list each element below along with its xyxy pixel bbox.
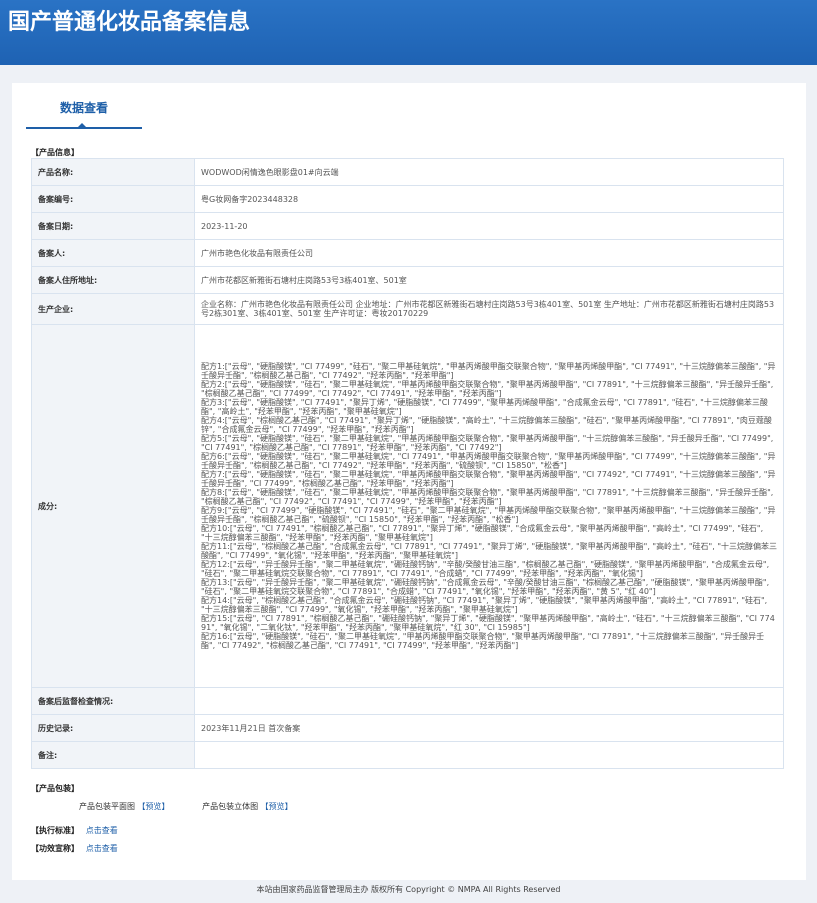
exec-standard-view-link[interactable]: 点击查看 <box>86 826 118 835</box>
table-row: 成分: 配方1:["云母", "硬脂酸镁", "CI 77499", "硅石",… <box>31 324 784 688</box>
product-info-table: 产品名称: WODWOD闲情逸色眼影盘01#向云端 备案编号: 粤G妆网备字20… <box>31 158 784 769</box>
table-row: 备案后监督检查情况: <box>31 687 784 715</box>
efficacy-view-link[interactable]: 点击查看 <box>86 844 118 853</box>
ingredients-label: 成分: <box>31 324 195 688</box>
record-date-label: 备案日期: <box>31 212 195 240</box>
tab-caret-icon <box>78 123 86 127</box>
package-stereo-label: 产品包装立体图 <box>202 802 259 811</box>
table-row: 生产企业: 企业名称：广州市艳色化妆品有限责任公司 企业地址：广州市花都区新雅街… <box>31 293 784 325</box>
table-row: 备案日期: 2023-11-20 <box>31 212 784 240</box>
product-name-label: 产品名称: <box>31 158 195 186</box>
table-row: 历史记录: 2023年11月21日 首次备案 <box>31 714 784 742</box>
exec-standard-label: 【执行标准】 <box>31 826 79 835</box>
section-product-package: 【产品包装】 <box>31 784 79 793</box>
manufacturer-label: 生产企业: <box>31 293 195 325</box>
record-no-value: 粤G妆网备字2023448328 <box>194 185 784 213</box>
efficacy-label: 【功效宣称】 <box>31 844 79 853</box>
section-exec-standard: 【执行标准】 点击查看 <box>31 825 118 836</box>
tab-underline <box>26 127 142 129</box>
page-title: 国产普通化妆品备案信息 <box>8 10 251 35</box>
manufacturer-value: 企业名称：广州市艳色化妆品有限责任公司 企业地址：广州市花都区新雅街石塘村庄岗路… <box>194 293 784 325</box>
page-header: 国产普通化妆品备案信息 <box>0 0 817 65</box>
registrant-address-label: 备案人住所地址: <box>31 266 195 294</box>
post-inspection-label: 备案后监督检查情况: <box>31 687 195 715</box>
table-row: 备案人: 广州市艳色化妆品有限责任公司 <box>31 239 784 267</box>
table-row: 备案人住所地址: 广州市花都区新雅街石塘村庄岗路53号3栋401室、501室 <box>31 266 784 294</box>
page-footer: 本站由国家药品监督管理局主办 版权所有 Copyright © NMPA All… <box>256 885 561 894</box>
content-card: 数据查看 【产品信息】 产品名称: WODWOD闲情逸色眼影盘01#向云端 备案… <box>12 83 806 880</box>
post-inspection-value <box>194 687 784 715</box>
remarks-label: 备注: <box>31 741 195 769</box>
record-no-label: 备案编号: <box>31 185 195 213</box>
package-flat-label: 产品包装平面图 <box>79 802 135 811</box>
package-flat-preview-link[interactable]: 【预览】 <box>138 801 170 812</box>
history-label: 历史记录: <box>31 714 195 742</box>
record-date-value: 2023-11-20 <box>194 212 784 240</box>
table-row: 产品名称: WODWOD闲情逸色眼影盘01#向云端 <box>31 158 784 186</box>
registrant-address-value: 广州市花都区新雅街石塘村庄岗路53号3栋401室、501室 <box>194 266 784 294</box>
remarks-value <box>194 741 784 769</box>
table-row: 备案编号: 粤G妆网备字2023448328 <box>31 185 784 213</box>
package-stereo-preview-link[interactable]: 【预览】 <box>261 801 293 812</box>
section-efficacy: 【功效宣称】 点击查看 <box>31 843 118 854</box>
section-product-info: 【产品信息】 <box>31 148 79 157</box>
package-row: 产品包装平面图 【预览】 产品包装立体图 【预览】 <box>79 801 293 812</box>
history-value: 2023年11月21日 首次备案 <box>194 714 784 742</box>
registrant-value: 广州市艳色化妆品有限责任公司 <box>194 239 784 267</box>
table-row: 备注: <box>31 741 784 769</box>
ingredients-value: 配方1:["云母", "硬脂酸镁", "CI 77499", "硅石", "聚二… <box>194 324 784 688</box>
product-name-value: WODWOD闲情逸色眼影盘01#向云端 <box>194 158 784 186</box>
registrant-label: 备案人: <box>31 239 195 267</box>
